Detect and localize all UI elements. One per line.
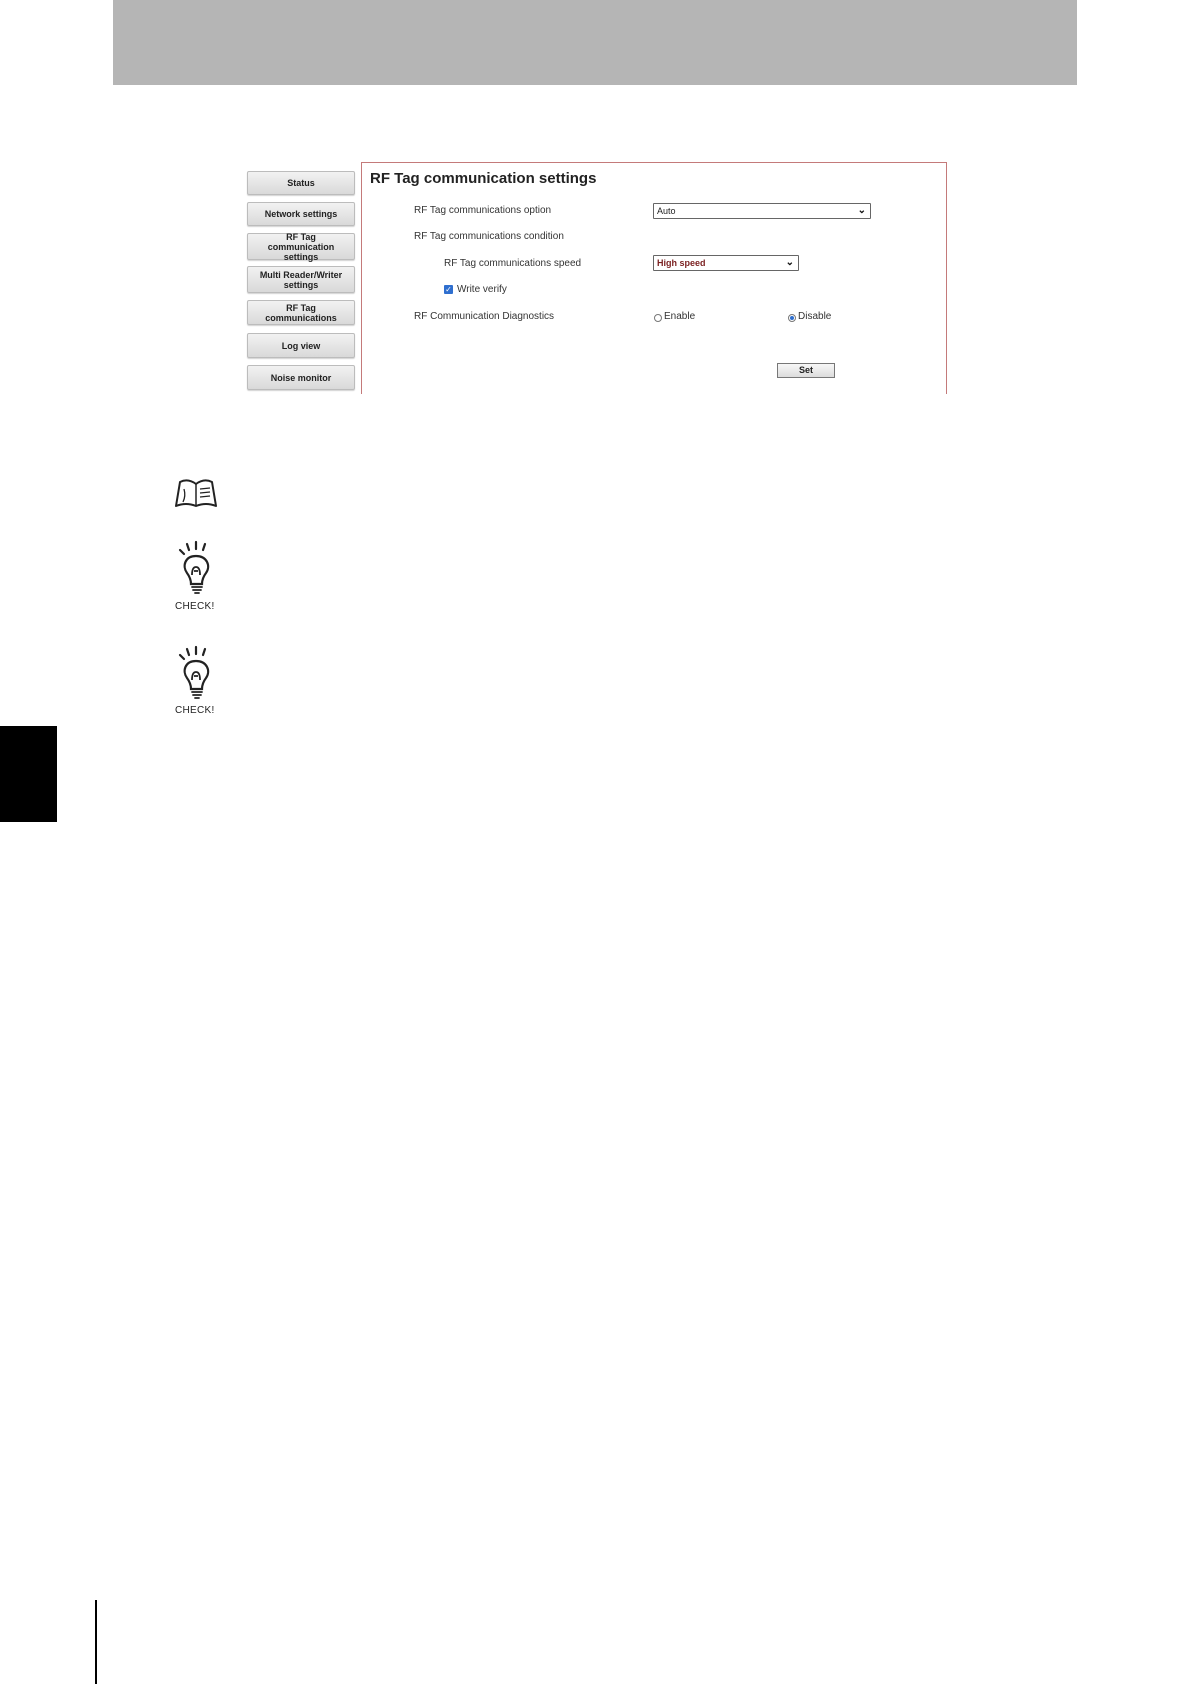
- nav-network-settings-button[interactable]: Network settings: [247, 202, 355, 226]
- enable-label: Enable: [664, 311, 696, 322]
- panel-title: RF Tag communication settings: [370, 170, 597, 187]
- disable-radio[interactable]: [788, 314, 796, 322]
- condition-label: RF Tag communications condition: [414, 231, 564, 242]
- chapter-side-tab: [0, 726, 57, 822]
- nav-rf-tag-communication-settings-label: RF Tag communication settings: [267, 231, 335, 262]
- communications-option-value: Auto: [657, 206, 676, 216]
- communications-speed-value: High speed: [657, 258, 706, 268]
- nav-log-view-button[interactable]: Log view: [247, 333, 355, 358]
- disable-label: Disable: [798, 311, 832, 322]
- check-lightbulb-icon: [178, 645, 210, 699]
- diagnostics-label: RF Communication Diagnostics: [414, 311, 555, 322]
- check-label: CHECK!: [175, 705, 215, 716]
- set-button[interactable]: Set: [777, 363, 835, 378]
- nav-log-view-label: Log view: [281, 340, 321, 351]
- nav-rf-tag-communications-label: RF Tag communications: [265, 302, 337, 323]
- nav-noise-monitor-button[interactable]: Noise monitor: [247, 365, 355, 390]
- nav-status-label: Status: [287, 178, 315, 188]
- check-label: CHECK!: [175, 601, 215, 612]
- nav-rf-tag-communications-button[interactable]: RF Tag communications: [247, 300, 355, 325]
- nav-network-settings-label: Network settings: [264, 209, 338, 219]
- book-reference-icon: [175, 479, 217, 507]
- write-verify-label: Write verify: [457, 284, 507, 295]
- chevron-down-icon: ⌄: [785, 257, 794, 268]
- option-label: RF Tag communications option: [414, 205, 552, 216]
- nav-rf-tag-communication-settings-button[interactable]: RF Tag communication settings: [247, 231, 355, 262]
- nav-status-button[interactable]: Status: [247, 171, 355, 195]
- nav-multi-reader-writer-settings-button[interactable]: Multi Reader/Writer settings: [247, 266, 355, 293]
- communications-option-select[interactable]: Auto ⌄: [653, 203, 871, 219]
- chevron-down-icon: ⌄: [857, 205, 866, 216]
- footer-rule: [95, 1600, 97, 1684]
- nav-noise-monitor-label: Noise monitor: [270, 372, 332, 383]
- write-verify-checkbox[interactable]: ✓: [444, 285, 453, 294]
- rf-tag-settings-panel: RF Tag communication settings RF Tag com…: [361, 162, 947, 394]
- nav-multi-reader-writer-settings-label: Multi Reader/Writer settings: [259, 269, 343, 290]
- page-header-bar: [113, 0, 1077, 85]
- communications-speed-select[interactable]: High speed ⌄: [653, 255, 799, 271]
- check-lightbulb-icon: [178, 540, 210, 594]
- speed-label: RF Tag communications speed: [444, 258, 582, 269]
- enable-radio[interactable]: [654, 314, 662, 322]
